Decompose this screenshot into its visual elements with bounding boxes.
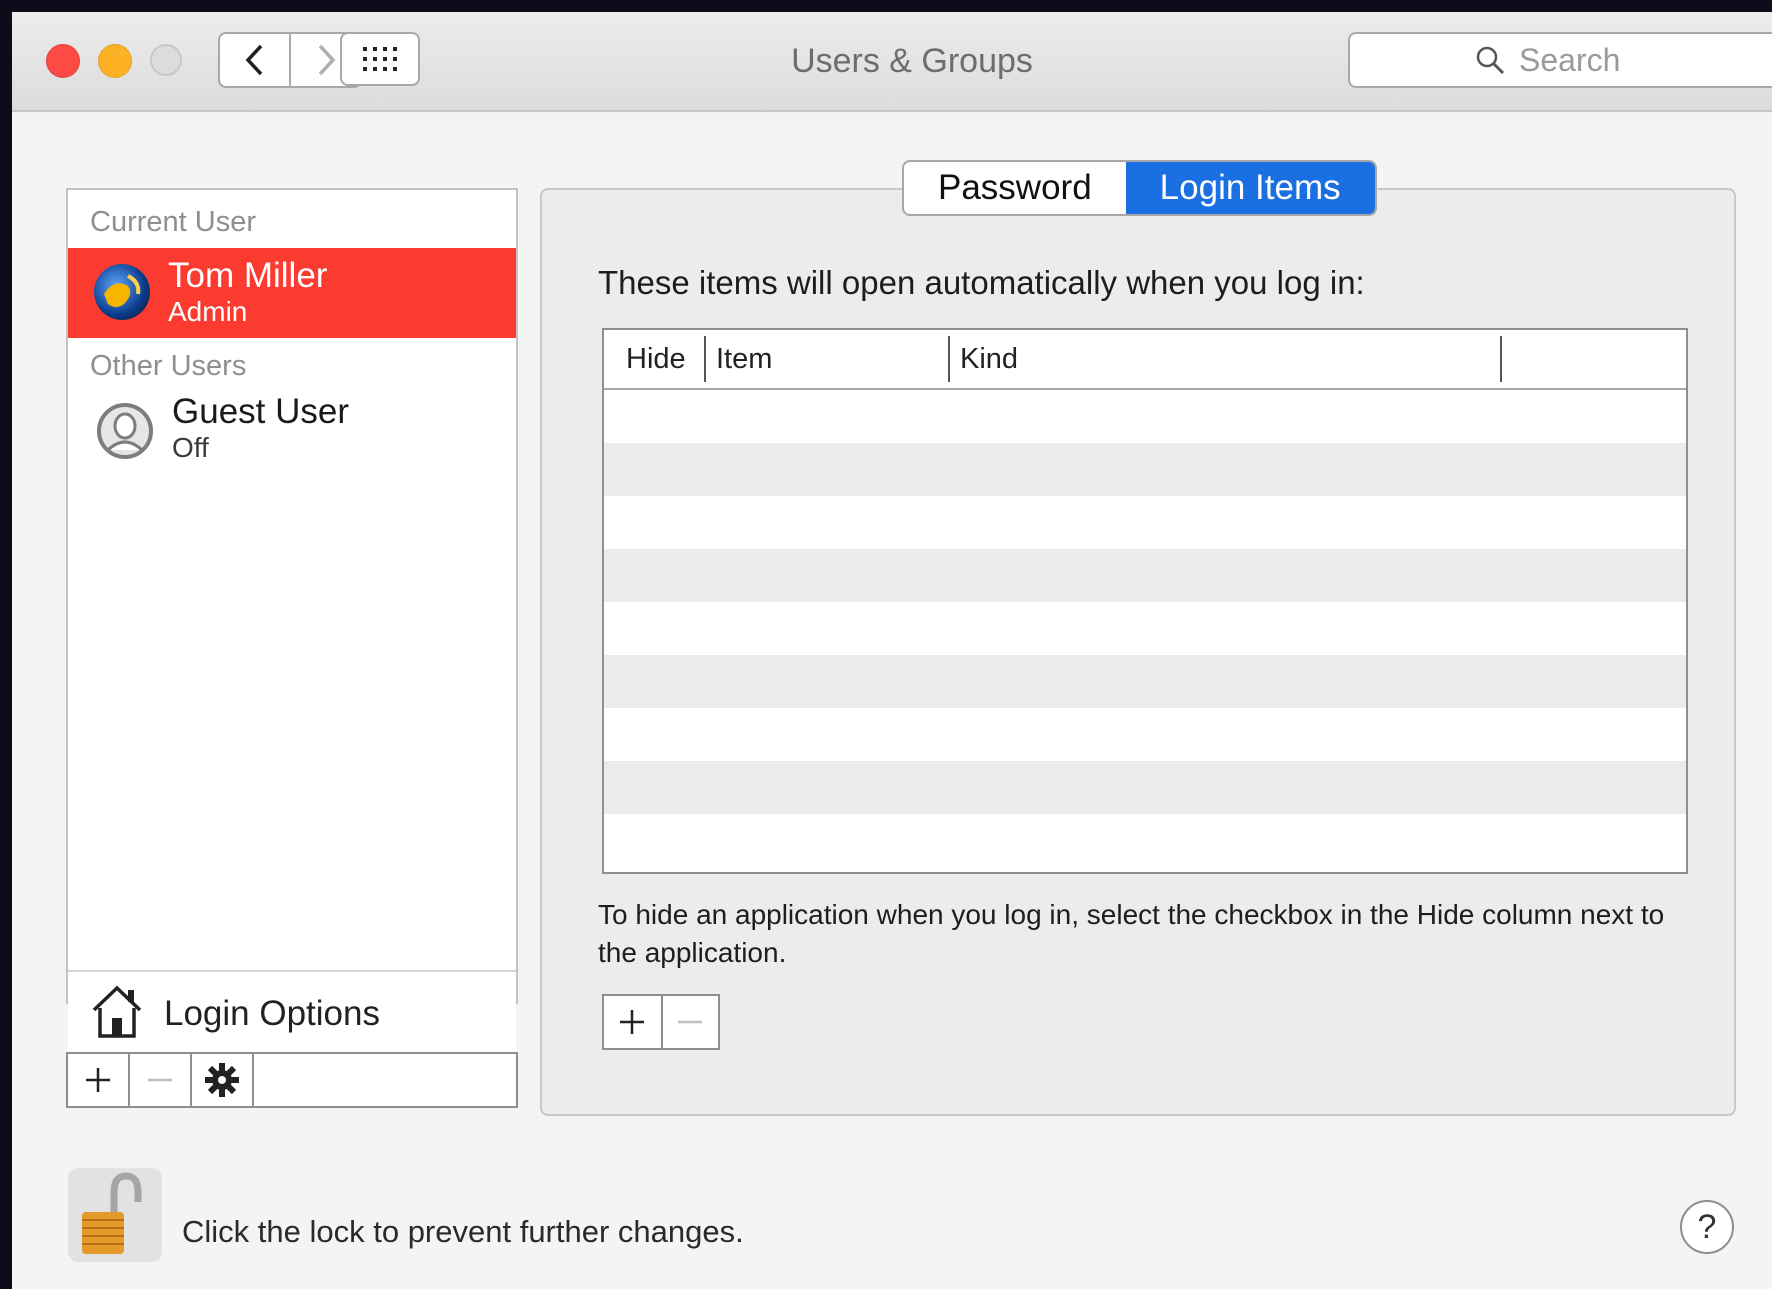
window-title: Users & Groups — [791, 42, 1033, 80]
user-role: Admin — [168, 296, 248, 327]
tab-bar: Password Login Items — [902, 160, 1377, 216]
back-button[interactable] — [220, 34, 289, 86]
table-row — [604, 443, 1686, 496]
add-login-item-button[interactable] — [604, 996, 661, 1048]
login-items-heading: These items will open automatically when… — [598, 264, 1365, 301]
avatar — [96, 402, 154, 460]
minus-icon — [678, 1020, 703, 1024]
house-icon — [92, 985, 142, 1038]
login-items-toolbar — [602, 994, 720, 1050]
lock-button[interactable] — [68, 1168, 162, 1262]
other-users-header: Other Users — [90, 350, 247, 382]
table-row — [604, 814, 1686, 867]
chevron-left-icon — [245, 44, 262, 76]
minimize-window-button[interactable] — [98, 44, 132, 78]
column-header-kind[interactable]: Kind — [960, 330, 1018, 388]
action-menu-button[interactable] — [192, 1054, 254, 1106]
column-divider[interactable] — [948, 336, 950, 382]
user-name: Guest User — [172, 392, 349, 431]
globe-icon — [104, 274, 141, 307]
plus-icon — [86, 1068, 110, 1092]
table-row — [604, 708, 1686, 761]
table-body — [604, 390, 1686, 867]
close-window-button[interactable] — [46, 44, 80, 78]
table-row — [604, 602, 1686, 655]
remove-login-item-button[interactable] — [660, 996, 718, 1048]
avatar — [94, 264, 150, 320]
user-name: Tom Miller — [168, 256, 328, 295]
table-row — [604, 496, 1686, 549]
search-input[interactable] — [1517, 40, 1661, 80]
unlocked-padlock-icon — [82, 1172, 142, 1254]
gear-icon — [205, 1063, 239, 1097]
user-row-tom-miller[interactable]: Tom Miller Admin — [68, 248, 516, 338]
user-list: Current User Tom Miller Admin Other User… — [66, 188, 518, 1056]
zoom-window-button[interactable] — [150, 44, 182, 76]
person-icon — [97, 403, 153, 459]
login-options-item[interactable]: Login Options — [68, 970, 516, 1056]
add-user-button[interactable] — [68, 1054, 130, 1106]
table-row — [604, 390, 1686, 443]
minus-icon — [148, 1078, 172, 1082]
column-divider[interactable] — [704, 336, 706, 382]
search-icon — [1476, 46, 1505, 75]
column-header-item[interactable]: Item — [716, 330, 772, 388]
hide-hint-text: To hide an application when you log in, … — [598, 899, 1665, 968]
column-divider[interactable] — [1500, 336, 1502, 382]
grid-icon — [363, 47, 397, 71]
table-row — [604, 761, 1686, 814]
show-all-button[interactable] — [340, 32, 420, 86]
chevron-right-icon — [318, 44, 335, 76]
login-options-label: Login Options — [164, 994, 380, 1033]
table-row — [604, 549, 1686, 602]
plus-icon — [620, 1010, 645, 1034]
column-header-hide[interactable]: Hide — [626, 330, 686, 388]
system-preferences-window: Users & Groups Current User Tom Miller A… — [12, 12, 1772, 1289]
table-row — [604, 655, 1686, 708]
tab-password[interactable]: Password — [904, 162, 1126, 214]
search-field[interactable] — [1348, 32, 1772, 88]
table-header: Hide Item Kind — [604, 330, 1686, 390]
current-user-header: Current User — [90, 206, 256, 238]
help-button[interactable]: ? — [1680, 1200, 1734, 1254]
remove-user-button[interactable] — [130, 1054, 192, 1106]
lock-status-text: Click the lock to prevent further change… — [182, 1214, 744, 1249]
title-bar: Users & Groups — [12, 12, 1772, 112]
user-row-guest-user[interactable]: Guest User Off — [68, 386, 516, 476]
tab-login-items[interactable]: Login Items — [1125, 162, 1375, 214]
user-status: Off — [172, 432, 209, 463]
user-list-toolbar — [66, 1052, 518, 1108]
login-items-table[interactable]: Hide Item Kind — [602, 328, 1688, 874]
